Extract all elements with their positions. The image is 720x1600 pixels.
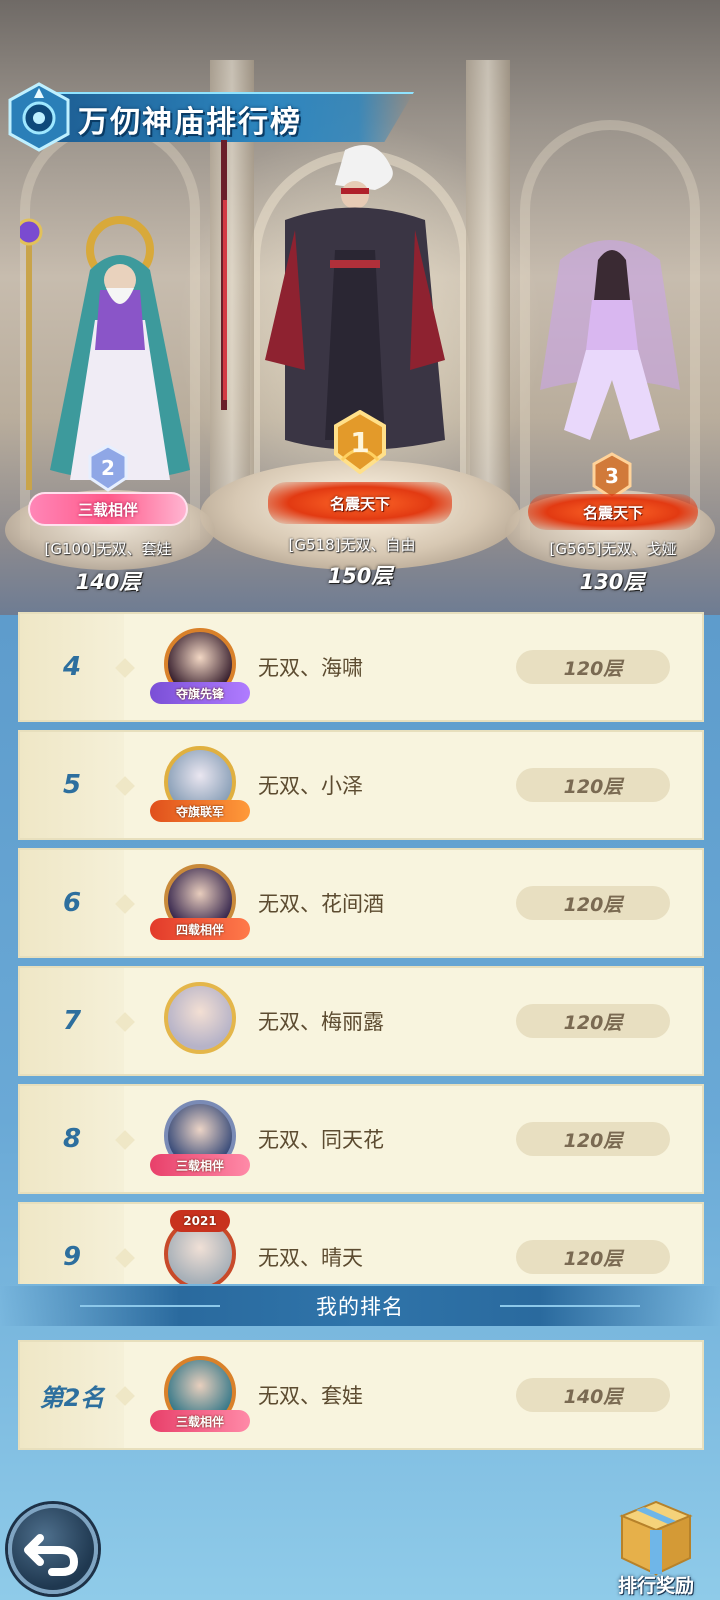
rank-number: 8 <box>62 1124 82 1154</box>
top1-score: 150层 <box>327 564 393 588</box>
my-rank-row[interactable]: 第2名 三载相伴 无双、套娃 140层 <box>18 1340 704 1450</box>
divider <box>80 1305 220 1307</box>
avatar-portrait <box>164 982 236 1054</box>
svg-text:2: 2 <box>101 456 115 480</box>
rank-cell: 6 <box>20 850 124 956</box>
top3-score: 130层 <box>579 570 645 594</box>
avatar[interactable]: 夺旗联军 <box>150 744 250 828</box>
back-button[interactable] <box>8 1504 98 1594</box>
page-title: 万仞神庙排行榜 <box>78 105 302 140</box>
my-rank-number: 第2名 <box>39 1383 105 1412</box>
rank-number: 9 <box>62 1242 82 1272</box>
avatar[interactable]: 三载相伴 <box>150 1098 250 1182</box>
my-rank-header: 我的排名 <box>0 1286 720 1326</box>
avatar[interactable]: 三载相伴 <box>150 1354 250 1438</box>
rank-number: 5 <box>62 770 82 800</box>
rank-1-medal-icon: 1 <box>334 410 386 474</box>
avatar[interactable]: 夺旗先锋 <box>150 626 250 710</box>
top3-name: [G565]无双、戈娅 <box>549 540 677 558</box>
character-third[interactable] <box>520 230 700 450</box>
top1-name: [G518]无双、自由 <box>288 536 416 554</box>
my-rank-title: 我的排名 <box>316 1295 404 1319</box>
list-row[interactable]: 7 无双、梅丽露 120层 <box>18 966 704 1076</box>
top2-score: 140层 <box>75 570 141 594</box>
player-name: 无双、梅丽露 <box>258 1010 384 1034</box>
list-row[interactable]: 6 四载相伴 无双、花间酒 120层 <box>18 848 704 958</box>
back-arrow-icon <box>24 1534 79 1576</box>
avatar[interactable]: 2021 <box>150 1210 240 1284</box>
rank-cell: 8 <box>20 1086 124 1192</box>
rank-2-medal-icon: 2 <box>88 444 128 492</box>
player-name: 无双、海啸 <box>258 656 363 680</box>
rank-cell: 4 <box>20 614 124 720</box>
player-score: 120层 <box>516 886 670 920</box>
avatar-year-badge: 2021 <box>170 1210 230 1232</box>
avatar[interactable]: 四载相伴 <box>150 862 250 946</box>
player-name: 无双、小泽 <box>258 774 363 798</box>
ranking-list[interactable]: 4 夺旗先锋 无双、海啸 120层 5 夺旗联军 无双、小泽 120层 6 四载… <box>0 612 720 1284</box>
list-row[interactable]: 5 夺旗联军 无双、小泽 120层 <box>18 730 704 840</box>
avatar[interactable] <box>150 980 240 1064</box>
temple-emblem-icon <box>8 82 70 152</box>
player-name: 无双、晴天 <box>258 1246 363 1270</box>
rank-number: 4 <box>62 652 82 682</box>
rank-cell: 第2名 <box>20 1342 124 1448</box>
list-row[interactable]: 9 2021 无双、晴天 120层 <box>18 1202 704 1284</box>
top1-badge: 名震天下 <box>268 482 452 524</box>
top2-name: [G100]无双、套娃 <box>44 540 172 558</box>
ranking-reward-label: 排行奖励 <box>617 1575 694 1597</box>
rank-cell: 9 <box>20 1204 124 1284</box>
avatar-badge: 四载相伴 <box>150 918 250 940</box>
svg-text:3: 3 <box>605 464 619 488</box>
player-score: 120层 <box>516 1122 670 1156</box>
list-row[interactable]: 4 夺旗先锋 无双、海啸 120层 <box>18 612 704 722</box>
rank-cell: 5 <box>20 732 124 838</box>
top3-badge: 名震天下 <box>528 494 698 530</box>
player-score: 120层 <box>516 1004 670 1038</box>
podium-scene: 万仞神庙排行榜 2 三载相伴 [G100]无双、套娃 140层 1 名震天下 [… <box>0 0 720 615</box>
player-name: 无双、同天花 <box>258 1128 384 1152</box>
player-score: 120层 <box>516 650 670 684</box>
player-name: 无双、花间酒 <box>258 892 384 916</box>
avatar-badge: 夺旗联军 <box>150 800 250 822</box>
rank-cell: 7 <box>20 968 124 1074</box>
avatar-badge: 三载相伴 <box>150 1154 250 1176</box>
player-score: 120层 <box>516 768 670 802</box>
avatar-badge: 夺旗先锋 <box>150 682 250 704</box>
list-row[interactable]: 8 三载相伴 无双、同天花 120层 <box>18 1084 704 1194</box>
rank-3-medal-icon: 3 <box>592 452 632 500</box>
avatar-badge: 三载相伴 <box>150 1410 250 1432</box>
rank-number: 7 <box>62 1006 82 1036</box>
svg-text:1: 1 <box>350 426 369 459</box>
gift-box-icon <box>619 1500 693 1576</box>
top2-badge: 三载相伴 <box>28 492 188 526</box>
player-score: 120层 <box>516 1240 670 1274</box>
rank-number: 6 <box>62 888 82 918</box>
ranking-reward-button[interactable]: 排行奖励 <box>600 1494 712 1600</box>
divider <box>500 1305 640 1307</box>
player-name: 无双、套娃 <box>258 1384 363 1408</box>
player-score: 140层 <box>516 1378 670 1412</box>
